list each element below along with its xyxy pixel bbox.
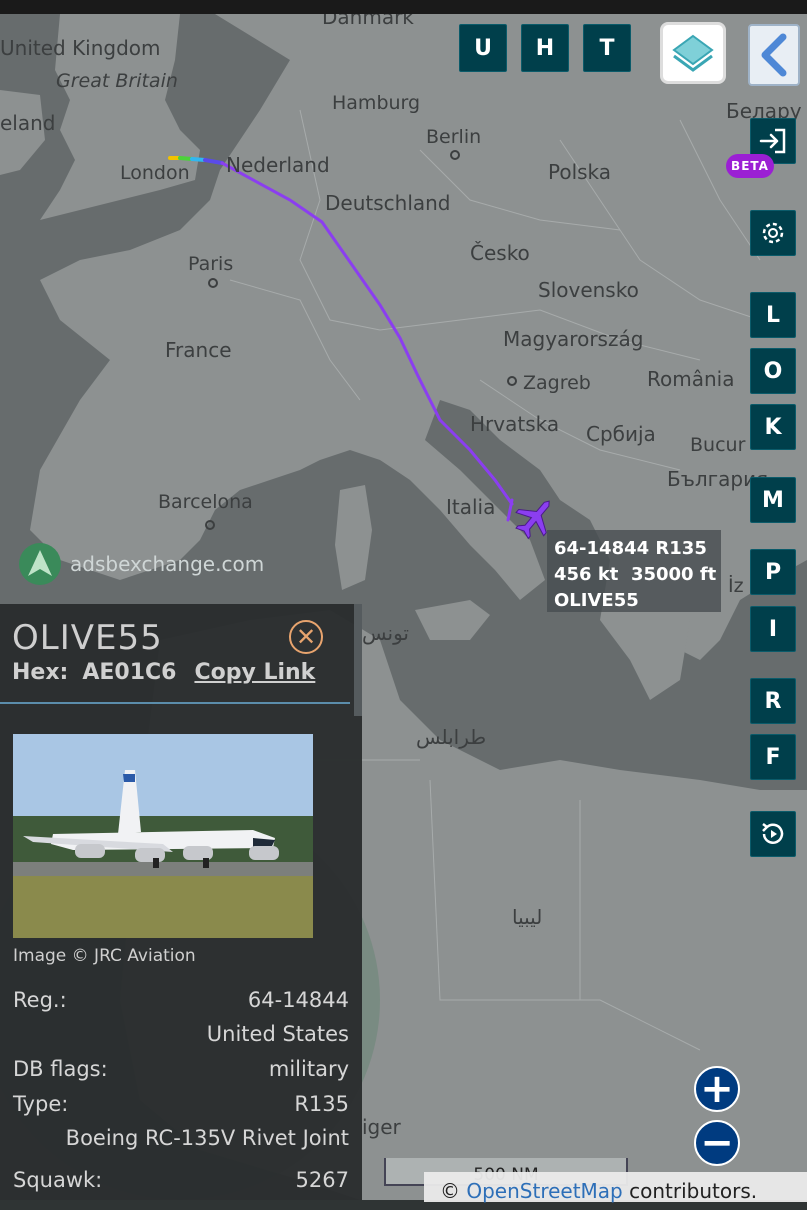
map-label: Barcelona — [158, 491, 253, 513]
map-label: Bucur — [690, 434, 746, 456]
map-label: Berlin — [426, 126, 481, 148]
info-value: United States — [206, 1022, 349, 1046]
info-label: Type: — [13, 1092, 69, 1116]
map-label: Danmark — [322, 14, 414, 29]
replay-button[interactable] — [750, 811, 796, 857]
adsbexchange-watermark: adsbexchange.com — [18, 542, 264, 586]
login-icon — [759, 128, 786, 154]
aircraft-label-line: 64-14844 R135 — [554, 538, 707, 559]
adsbexchange-logo-icon — [19, 543, 61, 585]
map-attribution: © OpenStreetMap contributors. — [424, 1172, 807, 1203]
map-label: France — [165, 338, 232, 362]
gear-icon — [762, 222, 784, 244]
attribution-suffix: contributors. — [622, 1179, 758, 1203]
watermark-text: adsbexchange.com — [70, 552, 265, 576]
photo-credit: Image © JRC Aviation — [13, 946, 196, 966]
map-label: Polska — [548, 160, 611, 184]
aircraft-label-line: 456 kt 35000 ft — [554, 564, 717, 585]
beta-badge: BETA — [726, 154, 774, 178]
aircraft-photo[interactable] — [13, 734, 313, 938]
map-label: Slovensko — [538, 278, 639, 302]
map-label: İz — [728, 574, 744, 597]
info-row-type: Type: R135 — [13, 1092, 349, 1116]
info-value: Boeing RC-135V Rivet Joint — [65, 1126, 349, 1150]
map-label: Paris — [188, 253, 233, 275]
aircraft-label-line: OLIVE55 — [554, 590, 639, 611]
info-label: Squawk: — [13, 1168, 103, 1192]
toggle-button-u[interactable]: U — [459, 24, 507, 72]
info-row-country: United States — [13, 1022, 349, 1046]
back-button[interactable] — [748, 24, 800, 86]
panel-divider — [0, 702, 350, 704]
map-label: Great Britain — [56, 70, 178, 92]
zoom-in-button[interactable]: + — [694, 1066, 740, 1112]
map-label: ليبيا — [512, 905, 542, 929]
info-row-db-flags: DB flags: military — [13, 1057, 349, 1081]
info-row-type-desc: Boeing RC-135V Rivet Joint — [13, 1126, 349, 1150]
info-row-squawk: Squawk: 5267 — [13, 1168, 349, 1192]
toggle-button-p[interactable]: P — [750, 549, 796, 595]
map-label: România — [647, 367, 734, 391]
map-label: Hamburg — [332, 92, 420, 114]
aircraft-label[interactable]: 64-14844 R135 456 kt 35000 ft OLIVE55 — [547, 530, 721, 612]
map-label: طرابلس — [416, 725, 486, 749]
map-label: Hrvatska — [470, 412, 559, 436]
info-value: military — [268, 1057, 349, 1081]
toggle-button-i[interactable]: I — [750, 606, 796, 652]
map-label: eland — [0, 111, 56, 135]
map-label: Magyarország — [503, 327, 643, 351]
map-label: Србија — [586, 422, 656, 446]
toggle-button-o[interactable]: O — [750, 348, 796, 394]
toggle-button-f[interactable]: F — [750, 734, 796, 780]
top-status-bar — [0, 0, 807, 14]
map-label: Deutschland — [325, 191, 451, 215]
layers-icon — [672, 34, 714, 72]
toggle-button-k[interactable]: K — [750, 404, 796, 450]
hex-value: AE01C6 — [82, 660, 177, 685]
map-label: تونس — [362, 621, 409, 645]
toggle-button-r[interactable]: R — [750, 678, 796, 724]
map-label: Nederland — [226, 153, 330, 177]
close-panel-button[interactable]: ✕ — [289, 620, 323, 654]
hex-label: Hex: — [12, 660, 69, 685]
info-value: 5267 — [295, 1168, 349, 1192]
toggle-button-h[interactable]: H — [521, 24, 569, 72]
toggle-button-m[interactable]: M — [750, 477, 796, 523]
attribution-prefix: © — [440, 1179, 467, 1203]
copy-link-button[interactable]: Copy Link — [194, 660, 315, 685]
info-value: R135 — [294, 1092, 349, 1116]
settings-button[interactable] — [750, 210, 796, 256]
map-label: Česko — [470, 241, 530, 265]
info-label: DB flags: — [13, 1057, 108, 1081]
toggle-button-l[interactable]: L — [750, 292, 796, 338]
panel-scrollbar[interactable] — [354, 604, 362, 716]
aircraft-info-panel: OLIVE55 ✕ Hex: AE01C6 Copy Link Image © … — [0, 604, 362, 1200]
toggle-button-t[interactable]: T — [583, 24, 631, 72]
close-icon: ✕ — [295, 623, 317, 651]
hex-row: Hex: AE01C6 Copy Link — [12, 660, 315, 685]
map-layers-button[interactable] — [660, 22, 726, 84]
map-label: Italia — [446, 495, 495, 519]
map-label: Zagreb — [523, 372, 591, 394]
aircraft-photo-image — [13, 734, 313, 938]
replay-icon — [762, 823, 784, 844]
map-label: iger — [362, 1115, 402, 1139]
panel-callsign: OLIVE55 — [12, 618, 163, 658]
info-label: Reg.: — [13, 988, 67, 1012]
openstreetmap-link[interactable]: OpenStreetMap — [466, 1179, 622, 1203]
info-value: 64-14844 — [247, 988, 349, 1012]
map-label: United Kingdom — [0, 36, 161, 60]
map-label: London — [120, 162, 190, 184]
zoom-out-button[interactable]: − — [694, 1120, 740, 1166]
info-row-reg: Reg.: 64-14844 — [13, 988, 349, 1012]
chevron-left-icon — [761, 33, 787, 77]
